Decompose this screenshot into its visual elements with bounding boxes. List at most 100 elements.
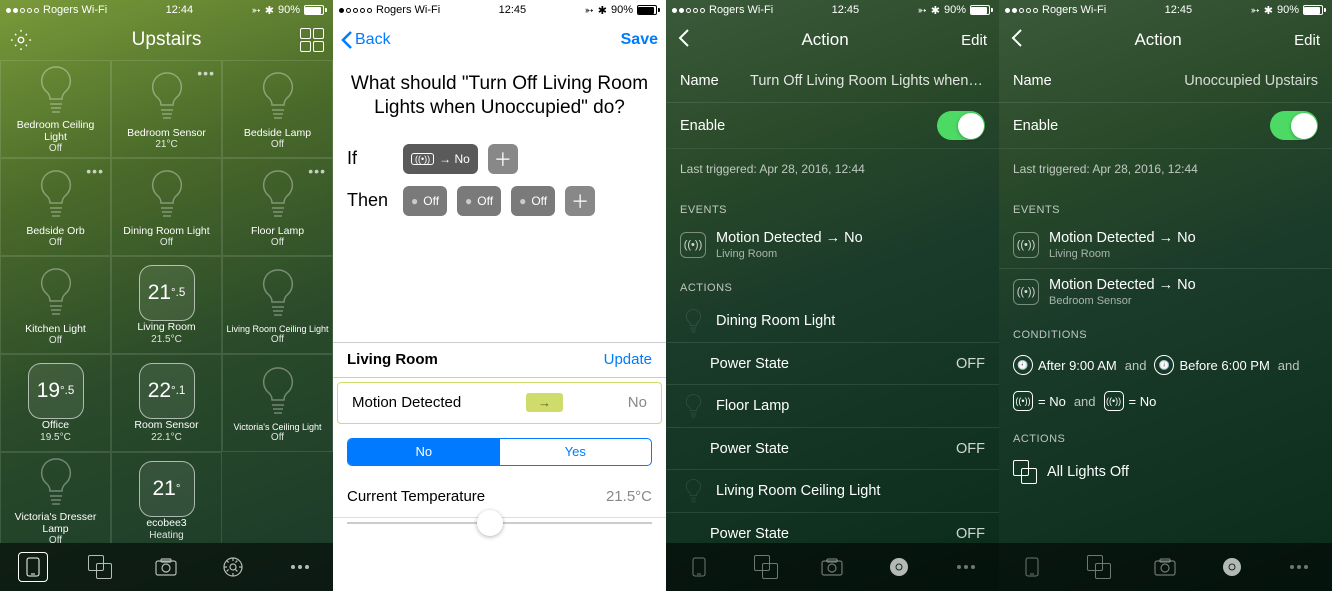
motion-icon: ((•)): [1013, 232, 1039, 258]
back-button[interactable]: [1011, 29, 1022, 52]
nav-bar: Action Edit: [999, 20, 1332, 60]
action-device-row[interactable]: Floor Lamp: [666, 384, 999, 427]
device-tile[interactable]: 19°.5 Office 19.5°C: [0, 354, 111, 452]
motion-icon: ((•)): [1013, 279, 1039, 305]
tab-more[interactable]: [951, 552, 981, 582]
enable-toggle[interactable]: [937, 111, 985, 140]
tab-devices[interactable]: [18, 552, 48, 582]
tab-scenes[interactable]: [751, 552, 781, 582]
action-attribute-row[interactable]: Power StateOFF: [666, 512, 999, 543]
device-tile[interactable]: ••• Bedroom Sensor 21°C: [111, 60, 222, 158]
last-triggered: Last triggered: Apr 28, 2016, 12:44: [999, 148, 1332, 190]
add-condition-button[interactable]: ＋: [488, 144, 518, 174]
clock-icon: 🕘: [1013, 355, 1033, 375]
actions-header: ACTIONS: [999, 419, 1332, 451]
clock-icon: 🕕: [1154, 355, 1174, 375]
device-tile[interactable]: Living Room Ceiling Light Off: [222, 256, 333, 354]
tab-camera[interactable]: [1150, 552, 1180, 582]
tab-bar: [999, 543, 1332, 591]
current-temperature-row[interactable]: Current Temperature 21.5°C: [333, 476, 666, 518]
name-row[interactable]: Name Unoccupied Upstairs: [999, 60, 1332, 102]
tab-automation[interactable]: [1217, 552, 1247, 582]
more-icon[interactable]: •••: [86, 163, 104, 179]
tab-camera[interactable]: [151, 552, 181, 582]
settings-button[interactable]: [6, 25, 36, 55]
add-action-button[interactable]: ＋: [565, 186, 595, 216]
device-tile[interactable]: 22°.1 Room Sensor 22.1°C: [111, 354, 222, 452]
motion-detected-row[interactable]: Motion Detected → No: [337, 382, 662, 424]
then-action-pill[interactable]: ●Off: [511, 186, 555, 216]
tab-more[interactable]: [1284, 552, 1314, 582]
action-attribute-row[interactable]: Power StateOFF: [666, 342, 999, 384]
status-bar: Rogers Wi-Fi 12:45 ➳✱90%: [999, 0, 1332, 20]
enable-row: Enable: [666, 102, 999, 148]
conditions-row-2[interactable]: ((•))= No and ((•))= No: [999, 383, 1332, 419]
enable-toggle[interactable]: [1270, 111, 1318, 140]
save-button[interactable]: Save: [621, 31, 658, 49]
last-triggered: Last triggered: Apr 28, 2016, 12:44: [666, 148, 999, 190]
status-bar: Rogers Wi-Fi 12:45 ➳✱ 90%: [333, 0, 666, 20]
more-icon[interactable]: •••: [197, 65, 215, 81]
bulb-icon: [680, 393, 706, 419]
nav-bar: Upstairs: [0, 20, 333, 60]
tab-scenes[interactable]: [1084, 552, 1114, 582]
action-row[interactable]: All Lights Off: [999, 451, 1332, 493]
tab-camera[interactable]: [817, 552, 847, 582]
tab-bar: [0, 543, 333, 591]
segmented-control[interactable]: No Yes: [347, 438, 652, 466]
subheader: Living Room Update: [333, 342, 666, 378]
then-action-pill[interactable]: ●Off: [457, 186, 501, 216]
edit-button[interactable]: Edit: [961, 32, 987, 49]
if-row: If ((•))→ No ＋: [333, 138, 666, 180]
back-button[interactable]: Back: [341, 31, 391, 49]
device-tile[interactable]: Bedroom Ceiling Light Off: [0, 60, 111, 158]
event-row[interactable]: ((•)) Motion Detected → NoLiving Room: [999, 222, 1332, 268]
if-condition-pill[interactable]: ((•))→ No: [403, 144, 478, 174]
device-tile[interactable]: 21°.5 Living Room 21.5°C: [111, 256, 222, 354]
device-tile[interactable]: Bedside Lamp Off: [222, 60, 333, 158]
action-device-row[interactable]: Dining Room Light: [666, 300, 999, 342]
tab-automation[interactable]: [884, 552, 914, 582]
temperature-slider[interactable]: [347, 522, 652, 524]
motion-icon: ((•)): [680, 232, 706, 258]
event-row[interactable]: ((•)) Motion Detected → NoBedroom Sensor: [999, 268, 1332, 315]
back-button[interactable]: [678, 29, 689, 52]
events-header: EVENTS: [666, 190, 999, 222]
device-tile[interactable]: 21° ecobee3 Heating: [111, 452, 222, 543]
action-device-row[interactable]: Living Room Ceiling Light: [666, 469, 999, 512]
bulb-icon: [680, 478, 706, 504]
scene-icon: [1013, 460, 1037, 484]
tab-scenes[interactable]: [85, 552, 115, 582]
update-button[interactable]: Update: [604, 351, 652, 368]
name-row[interactable]: Name Turn Off Living Room Lights when Un…: [666, 60, 999, 102]
tab-bar: [666, 543, 999, 591]
action-attribute-row[interactable]: Power StateOFF: [666, 427, 999, 469]
tab-devices[interactable]: [684, 552, 714, 582]
device-tile[interactable]: Kitchen Light Off: [0, 256, 111, 354]
tab-more[interactable]: [285, 552, 315, 582]
device-tile[interactable]: ••• Bedside Orb Off: [0, 158, 111, 256]
conditions-row[interactable]: 🕘After 9:00 AM and 🕕Before 6:00 PM and: [999, 347, 1332, 383]
arrow-icon: →: [526, 393, 563, 412]
then-action-pill[interactable]: ●Off: [403, 186, 447, 216]
grid-view-button[interactable]: [297, 25, 327, 55]
events-header: EVENTS: [999, 190, 1332, 222]
device-tile[interactable]: Dining Room Light Off: [111, 158, 222, 256]
tab-devices[interactable]: [1017, 552, 1047, 582]
device-tile[interactable]: Victoria's Ceiling Light Off: [222, 354, 333, 452]
segment-no[interactable]: No: [348, 439, 500, 465]
event-row[interactable]: ((•)) Motion Detected → NoLiving Room: [666, 222, 999, 268]
status-bar: Rogers Wi-Fi 12:44 ➳✱ 90%: [0, 0, 333, 20]
motion-icon: ((•)): [1104, 391, 1124, 411]
device-tile[interactable]: Victoria's Dresser Lamp Off: [0, 452, 111, 543]
actions-header: ACTIONS: [666, 268, 999, 300]
edit-button[interactable]: Edit: [1294, 32, 1320, 49]
segment-yes[interactable]: Yes: [500, 439, 652, 465]
status-time: 12:44: [166, 4, 194, 16]
device-tile[interactable]: ••• Floor Lamp Off: [222, 158, 333, 256]
nav-bar: Action Edit: [666, 20, 999, 60]
more-icon[interactable]: •••: [308, 163, 326, 179]
tab-automation[interactable]: [218, 552, 248, 582]
conditions-header: CONDITIONS: [999, 315, 1332, 347]
bulb-icon: [680, 308, 706, 334]
